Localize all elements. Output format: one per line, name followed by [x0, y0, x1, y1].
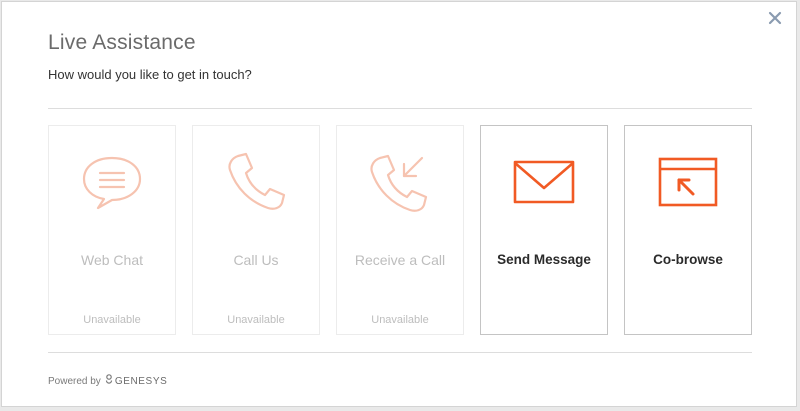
option-status: Unavailable	[83, 314, 141, 326]
option-web-chat: Web Chat Unavailable	[48, 125, 176, 335]
option-send-message[interactable]: Send Message	[480, 125, 608, 335]
option-status: Unavailable	[227, 314, 285, 326]
option-label: Send Message	[497, 252, 591, 267]
option-receive-a-call: Receive a Call Unavailable	[336, 125, 464, 335]
powered-by-text: Powered by	[48, 375, 101, 387]
phone-icon	[193, 150, 319, 214]
contact-options: Web Chat Unavailable Call Us Unavailable	[48, 125, 752, 335]
dialog-title: Live Assistance	[48, 31, 196, 54]
envelope-icon	[481, 150, 607, 214]
live-assistance-dialog: Live Assistance How would you like to ge…	[1, 1, 797, 407]
divider-top	[48, 108, 752, 109]
option-label: Co-browse	[653, 252, 723, 267]
option-label: Web Chat	[81, 252, 143, 268]
option-status: Unavailable	[371, 314, 429, 326]
dialog-subtitle: How would you like to get in touch?	[48, 67, 252, 82]
option-label: Call Us	[233, 252, 279, 268]
chat-bubble-icon	[49, 150, 175, 214]
powered-by: Powered by GENESYS	[48, 374, 167, 388]
genesys-logo-icon	[105, 374, 113, 388]
phone-incoming-icon	[337, 150, 463, 214]
close-icon[interactable]	[768, 11, 782, 25]
brand-name[interactable]: GENESYS	[115, 376, 168, 387]
cobrowse-window-icon	[625, 150, 751, 214]
option-co-browse[interactable]: Co-browse	[624, 125, 752, 335]
option-call-us: Call Us Unavailable	[192, 125, 320, 335]
divider-bottom	[48, 352, 752, 353]
option-label: Receive a Call	[354, 252, 446, 268]
